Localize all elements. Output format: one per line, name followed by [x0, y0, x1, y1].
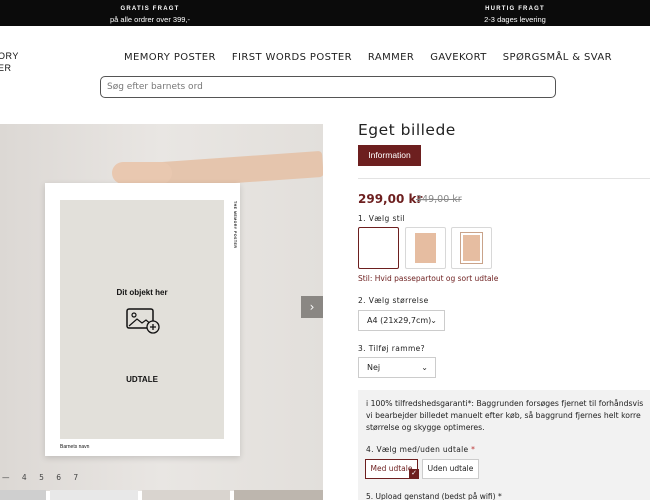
style-option-white[interactable] [358, 227, 399, 269]
udtale-label: 4. Vælg med/uden udtale * [366, 445, 475, 454]
poster-mockup: Dit objekt her UDTALE THE MEMORY POSTER … [45, 183, 240, 456]
chevron-down-icon: ⌄ [421, 363, 428, 372]
guarantee-text: i 100% tilfredshedsgaranti*: Baggrunden … [366, 398, 650, 434]
style-label: 1. Vælg stil [358, 214, 406, 223]
pager-first[interactable]: — [2, 473, 10, 482]
poster-object-text: Dit objekt her [116, 288, 168, 297]
gallery-pager: — 4 5 6 7 [2, 473, 88, 482]
guarantee-line: størrelse og skygge optimeres. [366, 423, 485, 432]
product-price: 299,00 kr [358, 192, 423, 206]
frame-select[interactable]: Nej ⌄ [358, 357, 436, 378]
thumbnail[interactable] [142, 490, 230, 500]
style-swatch [460, 232, 483, 264]
logo-line-2: ER [0, 63, 12, 73]
nav-item-faq[interactable]: SPØRGSMÅL & SVAR [503, 52, 612, 63]
site-logo[interactable]: ORY ER [0, 50, 19, 74]
upload-label: 5. Upload genstand (bedst på wifi) * [366, 492, 502, 500]
frame-label: 3. Tilføj ramme? [358, 344, 426, 353]
poster-udtale-text: UDTALE [126, 375, 158, 384]
style-option-sand-framed[interactable] [451, 227, 492, 269]
nav-item-first-words-poster[interactable]: FIRST WORDS POSTER [232, 52, 352, 63]
free-shipping-message: GRATIS FRAGT på alle ordrer over 399,- [70, 4, 230, 25]
required-star: * [471, 445, 476, 454]
announcement-bar: GRATIS FRAGT på alle ordrer over 399,- H… [0, 0, 650, 26]
logo-line-1: ORY [0, 51, 19, 61]
pager-item[interactable]: 4 [22, 473, 27, 482]
free-shipping-subtitle: på alle ordrer over 399,- [109, 15, 191, 24]
thumbnail[interactable] [0, 490, 46, 500]
style-option-sand[interactable] [405, 227, 446, 269]
product-old-price: 349,00 kr [416, 194, 462, 205]
thumbnail[interactable] [50, 490, 138, 500]
chevron-right-icon[interactable]: › [301, 296, 323, 318]
check-icon: ✓ [409, 469, 419, 479]
style-swatch [415, 233, 436, 263]
without-udtale-option[interactable]: Uden udtale [422, 459, 479, 479]
guarantee-line: i 100% tilfredshedsgaranti*: Baggrunden … [366, 399, 644, 408]
thumbnail-strip [0, 490, 323, 500]
pager-item[interactable]: 5 [39, 473, 44, 482]
pager-item[interactable]: 6 [56, 473, 61, 482]
fast-shipping-title: HURTIG FRAGT [485, 6, 545, 12]
nav-item-memory-poster[interactable]: MEMORY POSTER [124, 52, 216, 63]
fast-shipping-message: HURTIG FRAGT 2-3 dages levering [435, 4, 595, 25]
search-input[interactable]: Søg efter barnets ord [100, 76, 556, 98]
hand-illustration [112, 162, 172, 184]
size-select-value: A4 (21x29,7cm) [367, 316, 432, 325]
fast-shipping-subtitle: 2-3 dages levering [484, 15, 546, 24]
main-nav: MEMORY POSTER FIRST WORDS POSTER RAMMER … [124, 52, 628, 63]
poster-brand: THE MEMORY POSTER [233, 201, 237, 249]
guarantee-line: vi bearbejder billedet manuelt efter køb… [366, 411, 641, 420]
product-image: Dit objekt her UDTALE THE MEMORY POSTER … [0, 124, 323, 491]
nav-item-gavekort[interactable]: GAVEKORT [430, 52, 487, 63]
information-button[interactable]: Information [358, 145, 421, 166]
nav-item-rammer[interactable]: RAMMER [368, 52, 414, 63]
divider [358, 178, 650, 179]
chevron-down-icon: ⌄ [430, 316, 437, 325]
size-select[interactable]: A4 (21x29,7cm) ⌄ [358, 310, 445, 331]
udtale-label-text: 4. Vælg med/uden udtale [366, 445, 469, 454]
free-shipping-title: GRATIS FRAGT [120, 6, 180, 12]
thumbnail[interactable] [234, 490, 323, 500]
product-title: Eget billede [358, 121, 456, 139]
pager-item[interactable]: 7 [73, 473, 78, 482]
poster-inner: Dit objekt her UDTALE [60, 200, 224, 439]
add-image-icon [126, 308, 160, 334]
frame-select-value: Nej [367, 363, 381, 372]
size-label: 2. Vælg størrelse [358, 296, 429, 305]
style-caption: Stil: Hvid passepartout og sort udtale [358, 274, 499, 283]
poster-child-name: Barnets navn [60, 444, 90, 450]
